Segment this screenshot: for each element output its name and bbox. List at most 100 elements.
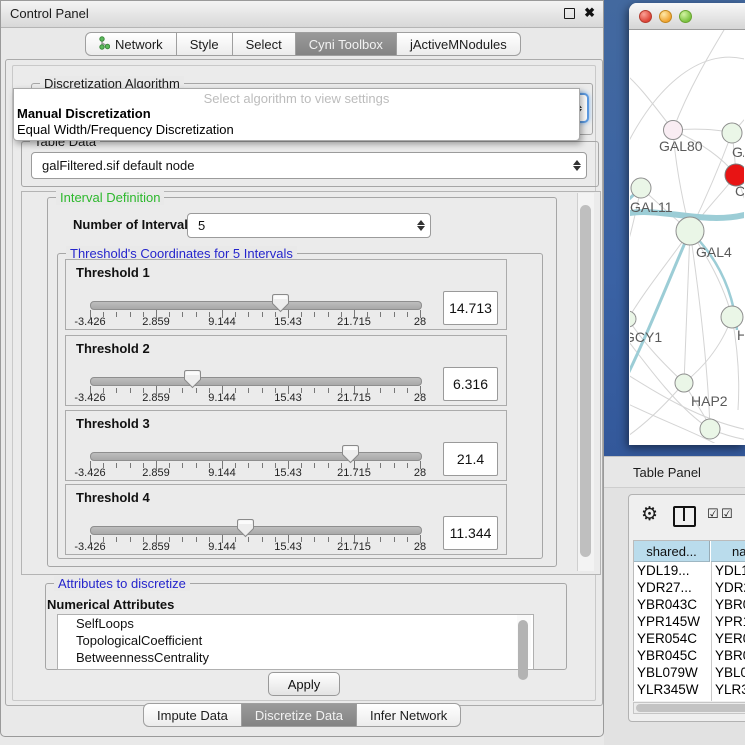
table-horizontal-scrollbar[interactable]	[633, 702, 745, 714]
network-node-node[interactable]	[676, 217, 704, 245]
attributes-vertical-scrollbar[interactable]	[517, 615, 531, 667]
gear-icon[interactable]: ⚙	[641, 503, 658, 525]
cell-shared-name[interactable]: YIL052C	[637, 699, 709, 701]
checkbox-icon[interactable]: ☑	[721, 507, 733, 522]
zoom-traffic-light-icon[interactable]	[679, 10, 692, 23]
network-edge[interactable]	[684, 231, 690, 383]
scrollbar-thumb[interactable]	[580, 205, 591, 557]
slider-handle[interactable]	[272, 293, 289, 313]
network-edge[interactable]	[684, 317, 732, 383]
cell-shared-name[interactable]: YBR045C	[637, 648, 709, 663]
network-node-node[interactable]	[721, 306, 743, 328]
network-edge[interactable]	[630, 383, 684, 440]
network-node-node[interactable]	[722, 123, 742, 143]
cell-shared-name[interactable]: YDL19...	[637, 563, 709, 578]
cell-name[interactable]: YBR0	[715, 597, 745, 612]
popup-option-manual-discretization[interactable]: Manual Discretization	[17, 106, 576, 121]
scrollbar-thumb[interactable]	[636, 704, 745, 712]
slider-tick-label: -3.426	[74, 467, 105, 479]
slider-track[interactable]	[90, 526, 422, 535]
network-node-pink[interactable]	[664, 121, 683, 140]
network-edge[interactable]	[630, 231, 690, 319]
cell-shared-name[interactable]: YLR345W	[637, 682, 709, 697]
threshold-card: Threshold 3-3.4262.8599.14415.4321.71528…	[65, 410, 507, 481]
interval-vertical-scrollbar[interactable]	[577, 193, 594, 571]
network-edge[interactable]	[630, 70, 673, 130]
float-window-icon[interactable]	[564, 8, 575, 19]
close-icon[interactable]: ✖	[584, 5, 595, 21]
cell-name[interactable]: YBL0	[715, 665, 745, 680]
table-row[interactable]: YBL079W YBL0	[634, 665, 745, 682]
network-node-node[interactable]	[675, 374, 693, 392]
algorithm-dropdown-popup: Select algorithm to view settings Manual…	[13, 88, 580, 141]
table-row[interactable]: YLR345W YLR3	[634, 682, 745, 699]
cell-name[interactable]: YBR0	[715, 648, 745, 663]
table-row[interactable]: YPR145W YPR1	[634, 614, 745, 631]
cell-name[interactable]: YDR2	[715, 580, 745, 595]
cell-name[interactable]: YIL0	[715, 699, 745, 701]
attribute-list-item[interactable]: SelfLoops	[58, 615, 533, 632]
cell-shared-name[interactable]: YDR27...	[637, 580, 709, 595]
network-node-node[interactable]	[630, 311, 636, 327]
column-header-shared-name[interactable]: shared...	[634, 541, 710, 562]
tab-jactivemnodules[interactable]: jActiveMNodules	[397, 32, 521, 56]
cell-name[interactable]: YLR3	[715, 682, 745, 697]
cell-name[interactable]: YER0	[715, 631, 745, 646]
slider-handle[interactable]	[342, 444, 359, 464]
checkbox-icon[interactable]: ☑	[707, 507, 719, 522]
slider-tick	[328, 463, 329, 468]
attribute-list-item[interactable]: BetweennessCentrality	[58, 649, 533, 666]
slider-tick	[116, 537, 117, 542]
threshold-value-field[interactable]: 21.4	[443, 442, 498, 476]
table-data-combobox[interactable]: galFiltered.sif default node	[31, 152, 587, 179]
slider-tick	[182, 463, 183, 468]
tab-discretize-data[interactable]: Discretize Data	[242, 703, 357, 727]
tab-style[interactable]: Style	[177, 32, 233, 56]
apply-button[interactable]: Apply	[268, 672, 340, 696]
close-traffic-light-icon[interactable]	[639, 10, 652, 23]
slider-track[interactable]	[90, 301, 422, 310]
network-node-node[interactable]	[700, 419, 720, 439]
network-edge[interactable]	[673, 30, 730, 130]
control-panel-titlebar[interactable]: Control Panel ✖	[1, 1, 603, 28]
network-window-titlebar[interactable]	[629, 3, 745, 30]
cell-shared-name[interactable]: YBR043C	[637, 597, 709, 612]
table-panel-titlebar[interactable]: Table Panel	[604, 456, 745, 488]
minimize-traffic-light-icon[interactable]	[659, 10, 672, 23]
slider-track[interactable]	[90, 452, 422, 461]
tab-cyni-toolbox[interactable]: Cyni Toolbox	[296, 32, 397, 56]
threshold-value-field[interactable]: 11.344	[443, 516, 498, 550]
tab-select[interactable]: Select	[233, 32, 296, 56]
tab-infer-network[interactable]: Infer Network	[357, 703, 461, 727]
table-row[interactable]: YIL052C YIL0	[634, 699, 745, 701]
numerical-attributes-list[interactable]: SelfLoopsTopologicalCoefficientBetweenne…	[57, 614, 534, 670]
tab-network[interactable]: Network	[85, 32, 177, 56]
popup-option-equal-width-frequency[interactable]: Equal Width/Frequency Discretization	[17, 122, 576, 137]
table-row[interactable]: YBR045C YBR0	[634, 648, 745, 665]
slider-handle[interactable]	[184, 369, 201, 389]
cell-shared-name[interactable]: YER054C	[637, 631, 709, 646]
split-columns-icon[interactable]	[673, 506, 696, 527]
network-canvas[interactable]: GAL80GACGAL11GAL4GCY1HAHAP2	[630, 30, 744, 443]
table-row[interactable]: YER054C YER0	[634, 631, 745, 648]
attribute-list-item[interactable]: TopologicalCoefficient	[58, 632, 533, 649]
node-attribute-table[interactable]: shared... name YDL19...YDL1YDR27...YDR2Y…	[633, 540, 745, 701]
cell-shared-name[interactable]: YBL079W	[637, 665, 709, 680]
cell-name[interactable]: YDL1	[715, 563, 745, 578]
threshold-value-field[interactable]: 6.316	[443, 367, 498, 401]
table-row[interactable]: YBR043C YBR0	[634, 597, 745, 614]
slider-handle[interactable]	[237, 518, 254, 538]
table-row[interactable]: YDL19... YDL1	[634, 563, 745, 580]
column-header-name[interactable]: name	[711, 541, 745, 562]
table-row[interactable]: YDR27... YDR2	[634, 580, 745, 597]
scrollbar-thumb[interactable]	[518, 620, 528, 680]
slider-track[interactable]	[90, 377, 422, 386]
cell-name[interactable]: YPR1	[715, 614, 745, 629]
cell-shared-name[interactable]: YPR145W	[637, 614, 709, 629]
tab-impute-data[interactable]: Impute Data	[143, 703, 242, 727]
network-node-node[interactable]	[631, 178, 651, 198]
number-of-intervals-combobox[interactable]: 5	[187, 213, 431, 238]
threshold-value-field[interactable]: 14.713	[443, 291, 498, 325]
slider-tick	[394, 463, 395, 468]
slider-tick-label: 21.715	[337, 316, 371, 328]
